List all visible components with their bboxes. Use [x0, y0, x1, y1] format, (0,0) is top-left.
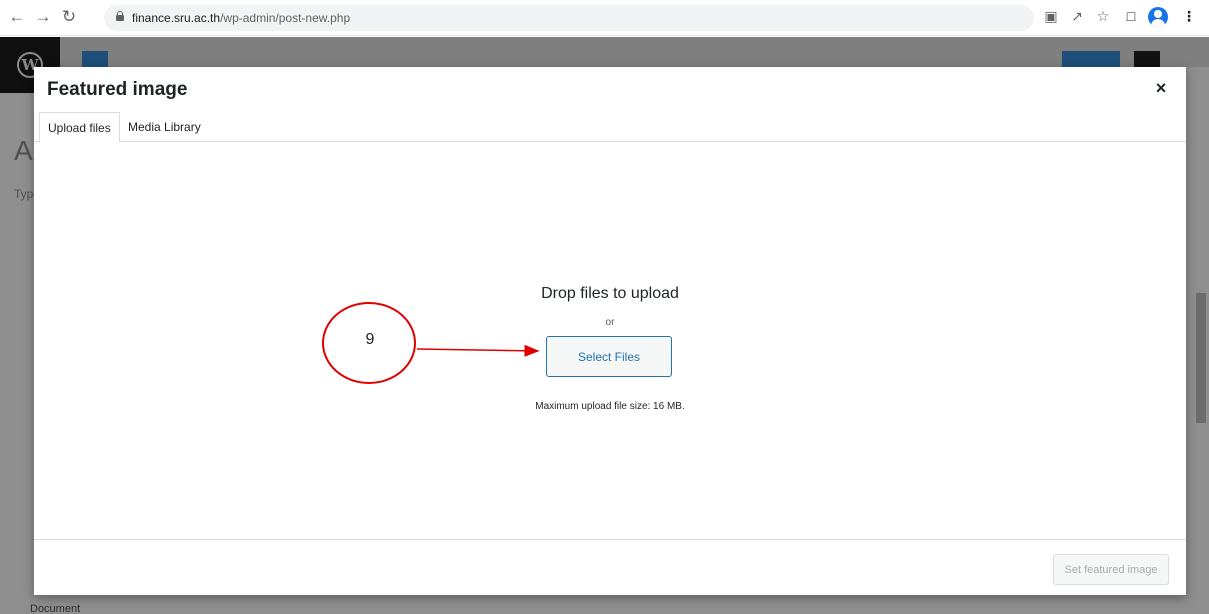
- address-bar[interactable]: finance.sru.ac.th/wp-admin/post-new.php: [104, 5, 1034, 31]
- url-text[interactable]: finance.sru.ac.th/wp-admin/post-new.php: [132, 11, 350, 25]
- translate-icon[interactable]: ▣: [1042, 7, 1060, 25]
- url-host: finance.sru.ac.th: [132, 11, 221, 25]
- modal-title: Featured image: [47, 79, 188, 100]
- tab-upload-files[interactable]: Upload files: [39, 112, 120, 143]
- scrollbar-thumb: [1196, 293, 1206, 423]
- block-prompt-fragment: Typ: [14, 187, 34, 201]
- star-icon[interactable]: ☆: [1094, 7, 1112, 25]
- document-label: Document: [30, 603, 81, 614]
- side-panel-icon[interactable]: □: [1122, 7, 1140, 25]
- select-files-button[interactable]: Select Files: [546, 336, 672, 377]
- publish-button-dimmed: [1062, 51, 1120, 67]
- close-icon[interactable]: ×: [1151, 78, 1171, 98]
- or-label: or: [605, 317, 615, 328]
- media-tabs: Upload files Media Library: [34, 112, 1186, 143]
- featured-image-modal: Featured image × Upload files Media Libr…: [34, 67, 1186, 595]
- drop-files-heading: Drop files to upload: [541, 285, 679, 302]
- lock-icon[interactable]: [116, 11, 124, 21]
- browser-toolbar: ← → ↻ finance.sru.ac.th/wp-admin/post-ne…: [0, 0, 1209, 36]
- add-block-button-dimmed: [82, 51, 108, 67]
- max-upload-size-text: Maximum upload file size: 16 MB.: [535, 401, 685, 412]
- editor-topbar: [60, 37, 1209, 67]
- profile-icon[interactable]: [1148, 7, 1168, 27]
- share-icon[interactable]: ↗: [1068, 7, 1086, 25]
- tab-media-library[interactable]: Media Library: [120, 112, 209, 142]
- reload-icon[interactable]: ↻: [58, 6, 80, 28]
- set-featured-image-button[interactable]: Set featured image: [1053, 554, 1169, 585]
- back-arrow-icon[interactable]: ←: [6, 6, 28, 28]
- post-title-fragment: A: [14, 135, 33, 166]
- modal-footer: Set featured image: [34, 539, 1186, 595]
- kebab-menu-icon[interactable]: ⋮: [1180, 7, 1198, 25]
- url-path: /wp-admin/post-new.php: [220, 11, 351, 25]
- settings-button-dimmed: [1134, 51, 1160, 67]
- annotation-step-number: 9: [365, 331, 375, 348]
- forward-arrow-icon[interactable]: →: [32, 6, 54, 28]
